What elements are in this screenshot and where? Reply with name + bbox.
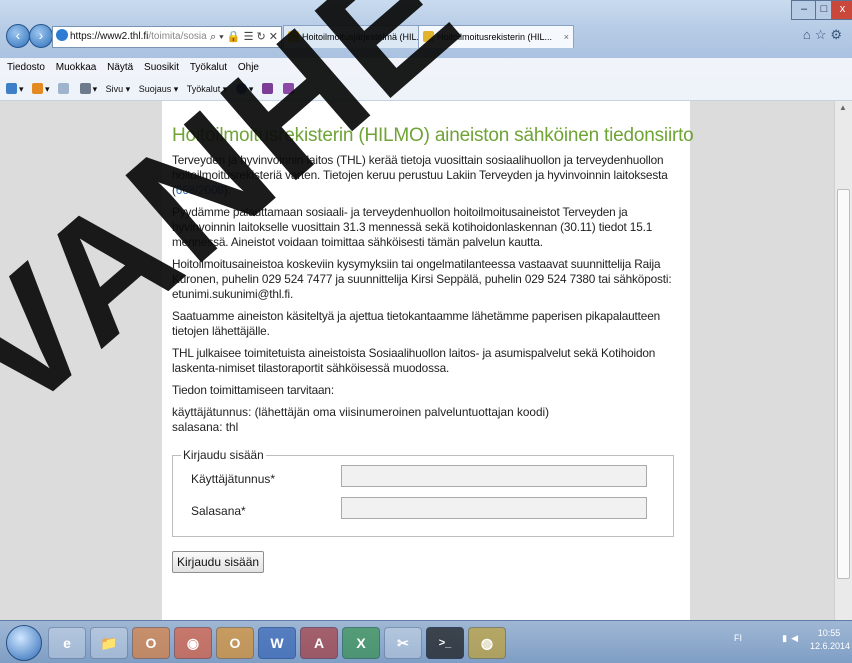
feedback-paragraph: Saatuamme aineiston käsiteltyä ja ajettu… bbox=[172, 309, 661, 338]
system-clock[interactable]: 10:55 12.6.2014 bbox=[810, 627, 851, 653]
deadline-paragraph: Pyydämme palauttamaan sosiaali- ja terve… bbox=[172, 205, 653, 249]
intro-text-end: ). bbox=[223, 183, 231, 197]
login-form: Kirjaudu sisään Käyttäjätunnus* Salasana… bbox=[172, 448, 674, 537]
favicon-icon bbox=[288, 31, 299, 42]
taskbar-app[interactable]: ◍ bbox=[468, 627, 506, 659]
settings-gear-icon[interactable]: ⚙ bbox=[830, 27, 846, 42]
menu-bar: Tiedosto Muokkaa Näytä Suosikit Työkalut… bbox=[0, 58, 852, 78]
rss-icon bbox=[32, 83, 44, 94]
taskbar-excel[interactable]: X bbox=[342, 627, 380, 659]
safety-menu[interactable]: Suojaus ▾ bbox=[139, 78, 179, 100]
help-button[interactable]: ▾ bbox=[235, 78, 253, 100]
feeds-button[interactable]: ▾ bbox=[32, 78, 50, 100]
tools-menu[interactable]: Työkalut ▾ bbox=[187, 78, 228, 100]
favicon-icon bbox=[423, 31, 434, 42]
taskbar-explorer[interactable]: 📁 bbox=[90, 627, 128, 659]
windows-taskbar: e 📁 O ◉ O W A X ✂ >_ ◍ FI ▮◀ 10:55 12.6.… bbox=[0, 620, 852, 663]
taskbar-cmd[interactable]: >_ bbox=[426, 627, 464, 659]
print-button[interactable]: ▾ bbox=[79, 78, 97, 100]
tab-hoitoilmoitusrekisterin[interactable]: Hoitoilmoitusrekisterin (HIL... × bbox=[418, 25, 574, 48]
username-label: Käyttäjätunnus* bbox=[191, 472, 276, 486]
start-button[interactable] bbox=[6, 625, 42, 661]
taskbar-access[interactable]: A bbox=[300, 627, 338, 659]
address-controls[interactable]: ⌕ ▾ 🔒 ☰ ↻ ✕ bbox=[206, 27, 278, 47]
username-row: Käyttäjätunnus* bbox=[181, 464, 665, 496]
scroll-up-icon[interactable]: ▲ bbox=[839, 103, 847, 112]
password-label: Salasana* bbox=[191, 504, 246, 518]
credential-password-info: salasana: thl bbox=[172, 420, 239, 434]
taskbar-word[interactable]: W bbox=[258, 627, 296, 659]
clock-time: 10:55 bbox=[817, 628, 841, 638]
help-icon bbox=[235, 83, 247, 94]
page-viewport: Hoitoilmoitusrekisterin (HILMO) aineisto… bbox=[0, 101, 852, 620]
vertical-scrollbar[interactable]: ▲ bbox=[834, 101, 852, 620]
mail-icon bbox=[58, 83, 70, 94]
taskbar-outlook-mail[interactable]: O bbox=[216, 627, 254, 659]
intro-paragraph: Terveyden ja hyvinvoinnin laitos (THL) k… bbox=[172, 153, 682, 198]
onenote-icon bbox=[261, 83, 273, 94]
username-input[interactable] bbox=[341, 465, 647, 487]
menu-ohje[interactable]: Ohje bbox=[238, 62, 259, 73]
menu-suosikit[interactable]: Suosikit bbox=[144, 62, 179, 73]
home-icon[interactable]: ⌂ bbox=[803, 27, 815, 42]
password-row: Salasana* bbox=[181, 496, 665, 528]
back-button[interactable]: ‹ bbox=[6, 24, 30, 48]
reports-paragraph: THL julkaisee toimitetuista aineistoista… bbox=[172, 346, 656, 375]
menu-nayta[interactable]: Näytä bbox=[107, 62, 133, 73]
requirements-heading: Tiedon toimittamiseen tarvitaan: bbox=[172, 383, 334, 397]
credential-username-info: käyttäjätunnus: (lähettäjän oma viisinum… bbox=[172, 405, 550, 419]
network-icon[interactable]: ▮ bbox=[782, 633, 791, 643]
password-input[interactable] bbox=[341, 497, 647, 519]
menu-muokkaa[interactable]: Muokkaa bbox=[56, 62, 97, 73]
favorites-star-icon[interactable]: ☆ bbox=[815, 27, 831, 42]
url-host: https://www2.thl.fi bbox=[70, 31, 149, 42]
law-link[interactable]: 668/2008 bbox=[176, 183, 224, 197]
close-window-button[interactable]: x bbox=[831, 0, 852, 20]
menu-tiedosto[interactable]: Tiedosto bbox=[7, 62, 45, 73]
contact-paragraph: Hoitoilmoitusaineistoa koskeviin kysymyk… bbox=[172, 257, 672, 301]
scrollbar-thumb[interactable] bbox=[837, 189, 850, 579]
forward-button[interactable]: › bbox=[29, 24, 53, 48]
tab-label: Hoitoilmoitusrekisterin (HIL... bbox=[437, 32, 553, 42]
tab-close-icon[interactable]: × bbox=[564, 26, 569, 48]
page-menu[interactable]: Sivu ▾ bbox=[106, 78, 131, 100]
home-button[interactable]: ▾ bbox=[6, 78, 24, 100]
onenote-linked-button[interactable] bbox=[283, 78, 296, 100]
browser-toolbar-icons[interactable]: ⌂☆⚙ bbox=[803, 27, 846, 43]
taskbar-chrome[interactable]: ◉ bbox=[174, 627, 212, 659]
minimize-button[interactable]: – bbox=[791, 0, 817, 20]
taskbar-outlook[interactable]: O bbox=[132, 627, 170, 659]
mail-button[interactable] bbox=[58, 78, 71, 100]
home-icon bbox=[6, 83, 17, 94]
print-icon bbox=[79, 83, 91, 94]
browser-titlebar: ‹ › https://www2.thl.fi/toimita/sosiaali… bbox=[0, 0, 852, 58]
taskbar-ie[interactable]: e bbox=[48, 627, 86, 659]
login-legend: Kirjaudu sisään bbox=[183, 448, 264, 462]
language-indicator[interactable]: FI bbox=[734, 633, 742, 643]
taskbar-snipping[interactable]: ✂ bbox=[384, 627, 422, 659]
command-bar: ▾ ▾ ▾ Sivu ▾ Suojaus ▾ Työkalut ▾ ▾ bbox=[0, 78, 852, 101]
onenote-linked-icon bbox=[283, 83, 295, 94]
tab-label: Hoitoilmoitusjärjestelmä (HIL... bbox=[302, 32, 425, 42]
page-title: Hoitoilmoitusrekisterin (HILMO) aineisto… bbox=[172, 125, 694, 146]
login-submit-button[interactable]: Kirjaudu sisään bbox=[172, 551, 265, 573]
address-bar[interactable]: https://www2.thl.fi/toimita/sosiaalihilm… bbox=[52, 26, 282, 48]
intro-text: Terveyden ja hyvinvoinnin laitos (THL) k… bbox=[172, 153, 668, 197]
clock-date: 12.6.2014 bbox=[810, 641, 851, 651]
ie-icon bbox=[56, 29, 68, 41]
tab-hoitoilmoitusjarjestelma[interactable]: Hoitoilmoitusjärjestelmä (HIL... bbox=[283, 25, 433, 48]
menu-tyokalut[interactable]: Työkalut bbox=[190, 62, 227, 73]
credentials-info: käyttäjätunnus: (lähettäjän oma viisinum… bbox=[172, 405, 682, 435]
tray-icons[interactable]: ▮◀ bbox=[782, 633, 802, 644]
speaker-icon[interactable]: ◀ bbox=[791, 633, 802, 643]
onenote-button[interactable] bbox=[261, 78, 275, 100]
content-column: Hoitoilmoitusrekisterin (HILMO) aineisto… bbox=[162, 101, 694, 620]
